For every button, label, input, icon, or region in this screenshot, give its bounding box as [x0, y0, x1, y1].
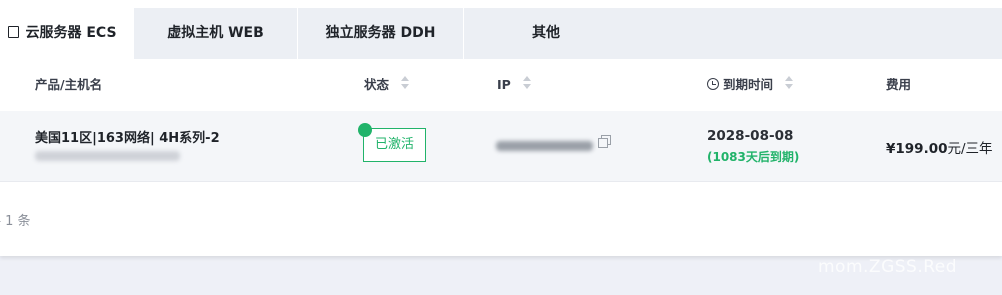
watermark: mom.ZGSS.Red [818, 257, 958, 277]
column-status[interactable]: 状态 [364, 59, 410, 111]
sort-icon[interactable] [523, 74, 532, 90]
total-count: 共 1 条 [0, 214, 31, 229]
column-ip[interactable]: IP [497, 59, 532, 111]
table-header: 产品/主机名 状态 IP 到期时间 费用 [0, 59, 1002, 112]
column-fee: 费用 [886, 77, 912, 92]
table-row[interactable]: 美国11区|163网络| 4H系列-2 已激活 2028-08-08 (1083… [0, 111, 1002, 182]
expire-remaining: (1083天后到期) [707, 150, 800, 164]
column-expire[interactable]: 到期时间 [707, 59, 794, 111]
copy-icon[interactable] [598, 135, 612, 149]
sort-icon[interactable] [401, 74, 410, 90]
server-list-panel: 云服务器 ECS 虚拟主机 WEB 独立服务器 DDH 其他 产品/主机名 状态… [0, 0, 1002, 256]
tab-bar-fill [628, 8, 1002, 59]
product-name[interactable]: 美国11区|163网络| 4H系列-2 [35, 127, 220, 146]
hostname-redacted [35, 151, 180, 161]
fee-amount: ¥199.00 [886, 141, 948, 157]
sort-icon[interactable] [785, 74, 794, 90]
tab-web[interactable]: 虚拟主机 WEB [133, 8, 297, 59]
tab-ecs[interactable]: 云服务器 ECS [0, 8, 133, 59]
ip-redacted [496, 141, 593, 151]
status-dot [358, 123, 372, 137]
tab-ddh[interactable]: 独立服务器 DDH [297, 8, 463, 59]
column-product: 产品/主机名 [35, 77, 103, 92]
clock-icon [707, 78, 719, 90]
tab-other[interactable]: 其他 [463, 8, 628, 59]
expire-date: 2028-08-08 [707, 128, 794, 144]
product-tabs: 云服务器 ECS 虚拟主机 WEB 独立服务器 DDH 其他 [0, 8, 1002, 59]
status-badge: 已激活 [363, 128, 426, 162]
fee-unit: 元/三年 [947, 141, 993, 157]
server-icon [8, 26, 20, 38]
fee: ¥199.00元/三年 [886, 137, 993, 157]
